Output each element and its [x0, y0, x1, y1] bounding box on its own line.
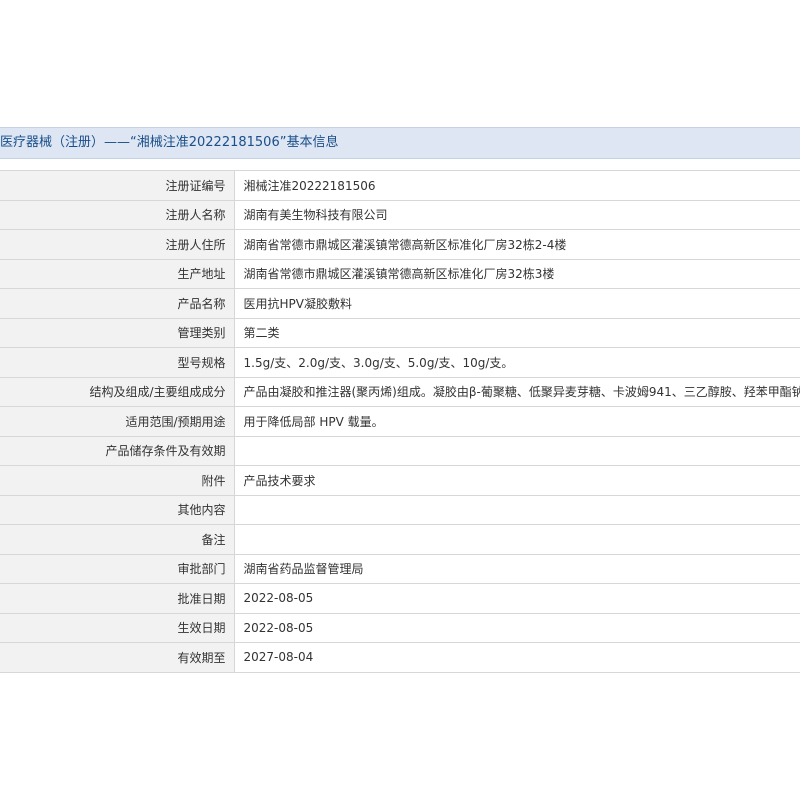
row-label: 产品储存条件及有效期: [0, 435, 235, 466]
row-label: 生产地址: [0, 258, 235, 289]
table-row: 附件 产品技术要求: [0, 465, 800, 496]
row-value: [234, 494, 800, 525]
table-row: 审批部门 湖南省药品监督管理局: [0, 553, 800, 584]
title-bar: 医疗器械（注册）——“湘械注准20222181506”基本信息: [0, 127, 800, 159]
row-value: 湖南省常德市鼎城区灌溪镇常德高新区标准化厂房32栋2-4楼: [234, 229, 800, 260]
detail-table: 注册证编号 湘械注准20222181506 注册人名称 湖南有美生物科技有限公司…: [0, 170, 800, 673]
row-label: 其他内容: [0, 494, 235, 525]
table-row: 注册人名称 湖南有美生物科技有限公司: [0, 199, 800, 230]
row-value: 湖南省常德市鼎城区灌溪镇常德高新区标准化厂房32栋3楼: [234, 258, 800, 289]
table-row: 备注: [0, 524, 800, 555]
row-value: 湖南省药品监督管理局: [234, 553, 800, 584]
row-label: 审批部门: [0, 553, 235, 584]
row-label: 产品名称: [0, 288, 235, 319]
row-value: 2027-08-04: [234, 642, 800, 673]
row-value: 医用抗HPV凝胶敷料: [234, 288, 800, 319]
row-value: 第二类: [234, 317, 800, 348]
table-row: 结构及组成/主要组成成分 产品由凝胶和推注器(聚丙烯)组成。凝胶由β-葡聚糖、低…: [0, 376, 800, 407]
row-value: [234, 524, 800, 555]
row-value: 湖南有美生物科技有限公司: [234, 199, 800, 230]
table-row: 注册证编号 湘械注准20222181506: [0, 170, 800, 201]
row-value: 1.5g/支、2.0g/支、3.0g/支、5.0g/支、10g/支。: [234, 347, 800, 378]
row-value: 2022-08-05: [234, 583, 800, 614]
page-title: 医疗器械（注册）——“湘械注准20222181506”基本信息: [0, 135, 339, 150]
table-row: 适用范围/预期用途 用于降低局部 HPV 载量。: [0, 406, 800, 437]
row-value: 用于降低局部 HPV 载量。: [234, 406, 800, 437]
table-row: 产品名称 医用抗HPV凝胶敷料: [0, 288, 800, 319]
row-label: 有效期至: [0, 642, 235, 673]
row-value: [234, 435, 800, 466]
row-label: 注册证编号: [0, 170, 235, 201]
table-row: 有效期至 2027-08-04: [0, 642, 800, 673]
row-label: 适用范围/预期用途: [0, 406, 235, 437]
table-row: 生效日期 2022-08-05: [0, 612, 800, 643]
row-label: 注册人住所: [0, 229, 235, 260]
table-row: 注册人住所 湖南省常德市鼎城区灌溪镇常德高新区标准化厂房32栋2-4楼: [0, 229, 800, 260]
page: 医疗器械（注册）——“湘械注准20222181506”基本信息 注册证编号 湘械…: [0, 0, 800, 800]
table-row: 批准日期 2022-08-05: [0, 583, 800, 614]
table-row: 管理类别 第二类: [0, 317, 800, 348]
table-row: 型号规格 1.5g/支、2.0g/支、3.0g/支、5.0g/支、10g/支。: [0, 347, 800, 378]
table-row: 产品储存条件及有效期: [0, 435, 800, 466]
row-label: 型号规格: [0, 347, 235, 378]
row-label: 批准日期: [0, 583, 235, 614]
table-row: 生产地址 湖南省常德市鼎城区灌溪镇常德高新区标准化厂房32栋3楼: [0, 258, 800, 289]
row-label: 附件: [0, 465, 235, 496]
row-value: 产品由凝胶和推注器(聚丙烯)组成。凝胶由β-葡聚糖、低聚异麦芽糖、卡波姆941、…: [234, 376, 800, 407]
table-row: 其他内容: [0, 494, 800, 525]
row-label: 管理类别: [0, 317, 235, 348]
row-label: 注册人名称: [0, 199, 235, 230]
row-label: 结构及组成/主要组成成分: [0, 376, 235, 407]
row-value: 产品技术要求: [234, 465, 800, 496]
row-value: 湘械注准20222181506: [234, 170, 800, 201]
row-value: 2022-08-05: [234, 612, 800, 643]
row-label: 生效日期: [0, 612, 235, 643]
row-label: 备注: [0, 524, 235, 555]
